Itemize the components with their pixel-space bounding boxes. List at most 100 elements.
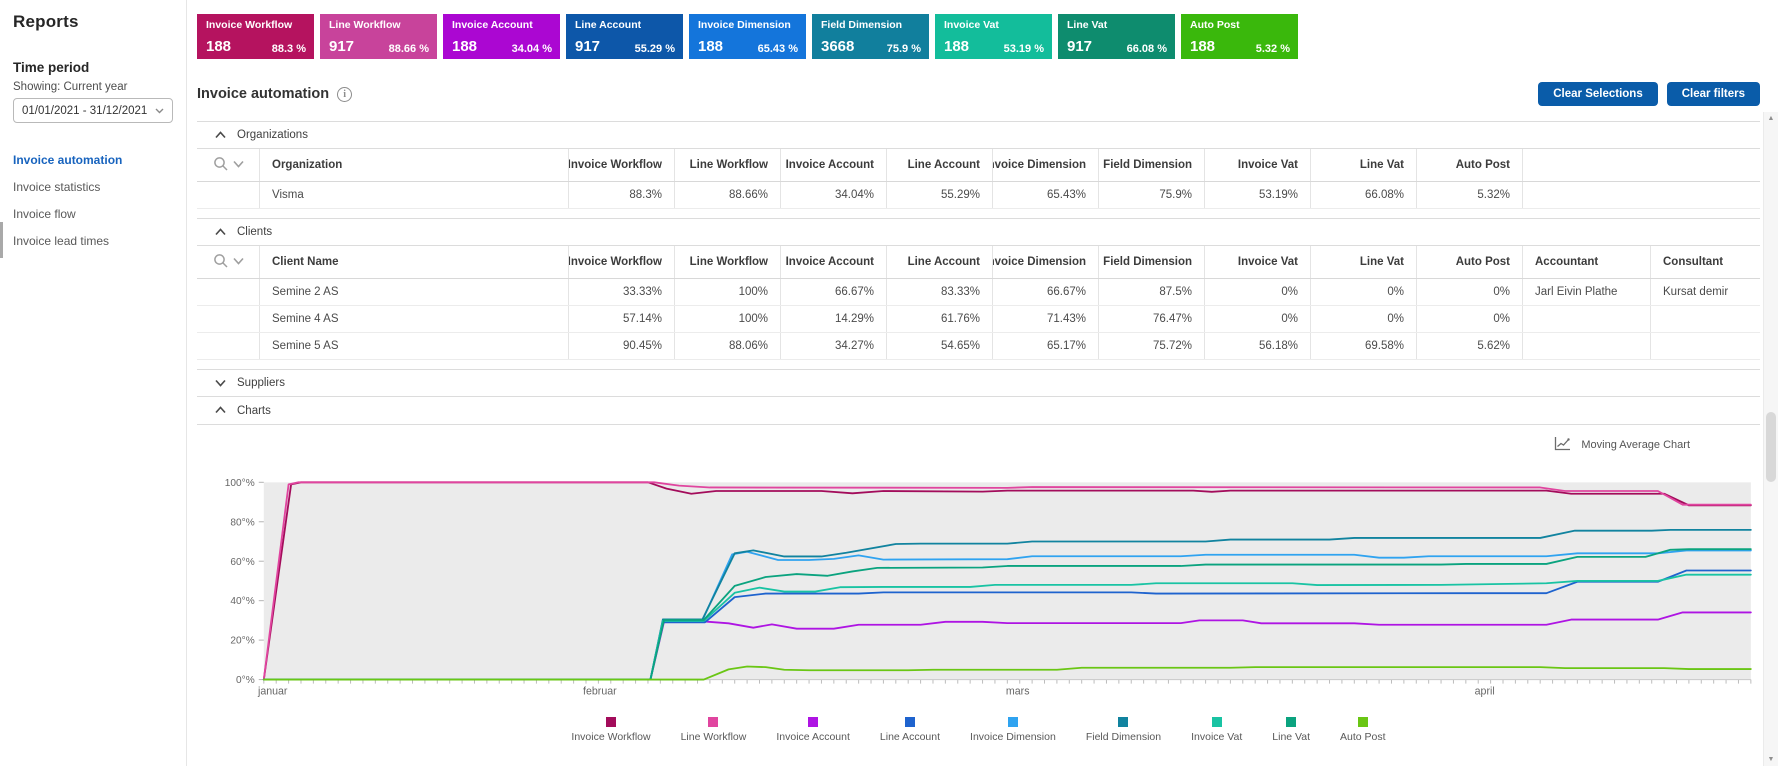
legend-label: Line Vat <box>1272 730 1311 743</box>
section-header-suppliers[interactable]: Suppliers <box>197 369 1760 397</box>
sidebar-nav: Invoice automation Invoice statistics Invo… <box>13 153 176 248</box>
chart-legend: Invoice Workflow Line Workflow Invoice Acc… <box>197 716 1760 743</box>
row-value-cell: 69.58% <box>1310 333 1416 359</box>
row-value-cell: 54.65% <box>886 333 992 359</box>
legend-item-line-account[interactable]: Line Account <box>880 716 940 743</box>
legend-label: Invoice Dimension <box>970 730 1056 743</box>
reports-sidebar: Reports Time period Showing: Current yea… <box>0 0 187 766</box>
table-header-row: Organization Invoice Workflow Line Workflo… <box>197 149 1760 182</box>
column-header-consultant: Consultant <box>1650 246 1760 278</box>
table-filter-cell <box>197 246 259 278</box>
kpi-card-invoice-dimension[interactable]: Invoice Dimension 188 65.43 % <box>689 14 806 59</box>
section-title: Clients <box>237 226 273 238</box>
kpi-card-auto-post[interactable]: Auto Post 188 5.32 % <box>1181 14 1298 59</box>
row-value-cell: 88.66% <box>674 182 780 208</box>
table-row[interactable]: Semine 5 AS 90.45% 88.06% 34.27% 54.65% 65.17… <box>197 333 1760 360</box>
kpi-card-percent: 53.19 % <box>1003 43 1044 55</box>
chevron-down-icon <box>215 379 226 388</box>
organizations-table: Organization Invoice Workflow Line Workflo… <box>197 149 1760 209</box>
row-value-cell: 57.14% <box>568 306 674 332</box>
legend-item-line-vat[interactable]: Line Vat <box>1272 716 1311 743</box>
section-title: Suppliers <box>237 377 285 389</box>
sidebar-item-invoice-flow[interactable]: Invoice flow <box>13 207 176 221</box>
row-spacer-cell <box>197 182 259 208</box>
row-value-cell: 0% <box>1416 306 1522 332</box>
legend-item-auto-post[interactable]: Auto Post <box>1340 716 1386 743</box>
chevron-down-icon[interactable] <box>232 159 244 171</box>
kpi-card-line-vat[interactable]: Line Vat 917 66.08 % <box>1058 14 1175 59</box>
date-range-select[interactable]: 01/01/2021 - 31/12/2021 <box>13 98 173 123</box>
kpi-card-invoice-account[interactable]: Invoice Account 188 34.04 % <box>443 14 560 59</box>
date-range-value: 01/01/2021 - 31/12/2021 <box>22 104 148 117</box>
table-row[interactable]: Visma 88.3% 88.66% 34.04% 55.29% 65.43% 75.9% 5… <box>197 182 1760 209</box>
empty-row-cell <box>1522 182 1760 208</box>
kpi-card-percent: 5.32 % <box>1255 43 1290 55</box>
chevron-up-icon <box>215 227 226 237</box>
row-value-cell: Jarl Eivin Plathe <box>1522 279 1650 305</box>
table-row[interactable]: Semine 4 AS 57.14% 100% 14.29% 61.76% 71.43% 7… <box>197 306 1760 333</box>
kpi-card-line-workflow[interactable]: Line Workflow 917 88.66 % <box>320 14 437 59</box>
search-icon[interactable] <box>213 253 229 272</box>
panel-resize-handle[interactable] <box>0 222 3 258</box>
scroll-down-icon[interactable]: ▼ <box>1764 756 1778 763</box>
kpi-card-count: 188 <box>944 38 970 55</box>
section-header-clients[interactable]: Clients <box>197 218 1760 246</box>
legend-item-invoice-vat[interactable]: Invoice Vat <box>1191 716 1242 743</box>
moving-average-toggle[interactable]: Moving Average Chart <box>197 435 1760 455</box>
column-header-client-name: Client Name <box>259 246 568 278</box>
moving-average-chart: 100°% 80°% 60°% 40°% 20°% 0°%januar februar mar… <box>225 478 1752 698</box>
kpi-card-label: Auto Post <box>1190 19 1240 31</box>
legend-item-invoice-dimension[interactable]: Invoice Dimension <box>970 716 1056 743</box>
scrollbar-thumb[interactable] <box>1766 412 1776 482</box>
table-filter-cell <box>197 149 259 181</box>
clear-filters-button[interactable]: Clear filters <box>1666 82 1760 106</box>
y-axis-tick-label: 60°% <box>230 557 254 568</box>
clear-selections-button[interactable]: Clear Selections <box>1538 82 1658 106</box>
column-header-line-vat: Line Vat <box>1310 149 1416 181</box>
row-value-cell: 34.04% <box>780 182 886 208</box>
sidebar-item-invoice-statistics[interactable]: Invoice statistics <box>13 180 176 194</box>
vertical-scrollbar[interactable]: ▲ ▼ <box>1763 112 1778 766</box>
main-content: Invoice Workflow 188 88.3 % Line Workflow 91… <box>187 0 1778 766</box>
row-value-cell <box>1522 333 1650 359</box>
section-header-organizations[interactable]: Organizations <box>197 121 1760 149</box>
moving-average-label: Moving Average Chart <box>1581 439 1690 451</box>
column-header-field-dimension: Field Dimension <box>1098 246 1204 278</box>
legend-swatch <box>1211 716 1222 727</box>
row-spacer-cell <box>197 279 259 305</box>
kpi-card-label: Line Account <box>575 19 642 31</box>
column-header-line-account: Line Account <box>886 246 992 278</box>
row-value-cell: 56.18% <box>1204 333 1310 359</box>
kpi-card-row: Invoice Workflow 188 88.3 % Line Workflow 91… <box>197 14 1760 59</box>
section-title: Organizations <box>237 129 308 141</box>
column-header-invoice-workflow: Invoice Workflow <box>568 246 674 278</box>
row-value-cell: 75.9% <box>1098 182 1204 208</box>
info-icon[interactable]: i <box>337 86 353 102</box>
kpi-card-invoice-workflow[interactable]: Invoice Workflow 188 88.3 % <box>197 14 314 59</box>
legend-item-invoice-account[interactable]: Invoice Account <box>776 716 850 743</box>
row-value-cell: 76.47% <box>1098 306 1204 332</box>
page-title: Invoice automation <box>197 86 330 102</box>
legend-item-field-dimension[interactable]: Field Dimension <box>1086 716 1161 743</box>
section-header-charts[interactable]: Charts <box>197 397 1760 425</box>
row-value-cell: 61.76% <box>886 306 992 332</box>
sidebar-item-invoice-lead-times[interactable]: Invoice lead times <box>13 234 176 248</box>
legend-swatch <box>1007 716 1018 727</box>
search-icon[interactable] <box>213 156 229 175</box>
kpi-card-field-dimension[interactable]: Field Dimension 3668 75.9 % <box>812 14 929 59</box>
kpi-card-line-account[interactable]: Line Account 917 55.29 % <box>566 14 683 59</box>
kpi-card-percent: 88.66 % <box>388 43 429 55</box>
legend-item-invoice-workflow[interactable]: Invoice Workflow <box>571 716 651 743</box>
row-value-cell: 0% <box>1204 279 1310 305</box>
row-value-cell: 71.43% <box>992 306 1098 332</box>
sidebar-item-invoice-automation[interactable]: Invoice automation <box>13 153 176 167</box>
legend-label: Auto Post <box>1340 730 1386 743</box>
kpi-card-invoice-vat[interactable]: Invoice Vat 188 53.19 % <box>935 14 1052 59</box>
legend-swatch <box>1357 716 1368 727</box>
table-row[interactable]: Semine 2 AS 33.33% 100% 66.67% 83.33% 66.67% 8… <box>197 279 1760 306</box>
column-header-accountant: Accountant <box>1522 246 1650 278</box>
kpi-card-count: 188 <box>1190 38 1216 55</box>
scroll-up-icon[interactable]: ▲ <box>1764 115 1778 122</box>
legend-item-line-workflow[interactable]: Line Workflow <box>681 716 746 743</box>
chevron-down-icon[interactable] <box>232 256 244 268</box>
